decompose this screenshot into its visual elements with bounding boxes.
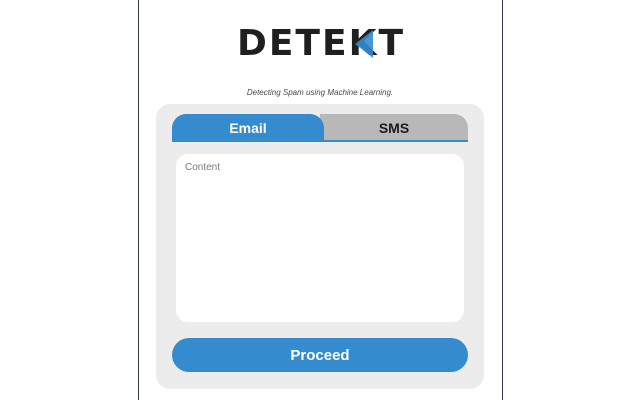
tab-email[interactable]: Email — [172, 114, 324, 142]
right-frame-border — [502, 0, 503, 400]
logo-suffix: T — [378, 23, 406, 64]
detection-card: SMS Email Proceed — [156, 104, 484, 389]
proceed-button[interactable]: Proceed — [172, 338, 468, 372]
left-frame-border — [138, 0, 139, 400]
logo-k-accent-icon — [354, 30, 373, 58]
tab-underline — [172, 140, 468, 142]
content-textarea[interactable] — [176, 154, 464, 322]
detekt-logo: DETEKT — [236, 22, 406, 66]
logo-text: DETEKT — [237, 26, 405, 62]
logo-k-letter: K — [349, 26, 379, 62]
tagline: Detecting Spam using Machine Learning. — [246, 88, 394, 97]
tab-sms[interactable]: SMS — [320, 114, 468, 142]
logo-prefix: DETE — [236, 23, 349, 64]
